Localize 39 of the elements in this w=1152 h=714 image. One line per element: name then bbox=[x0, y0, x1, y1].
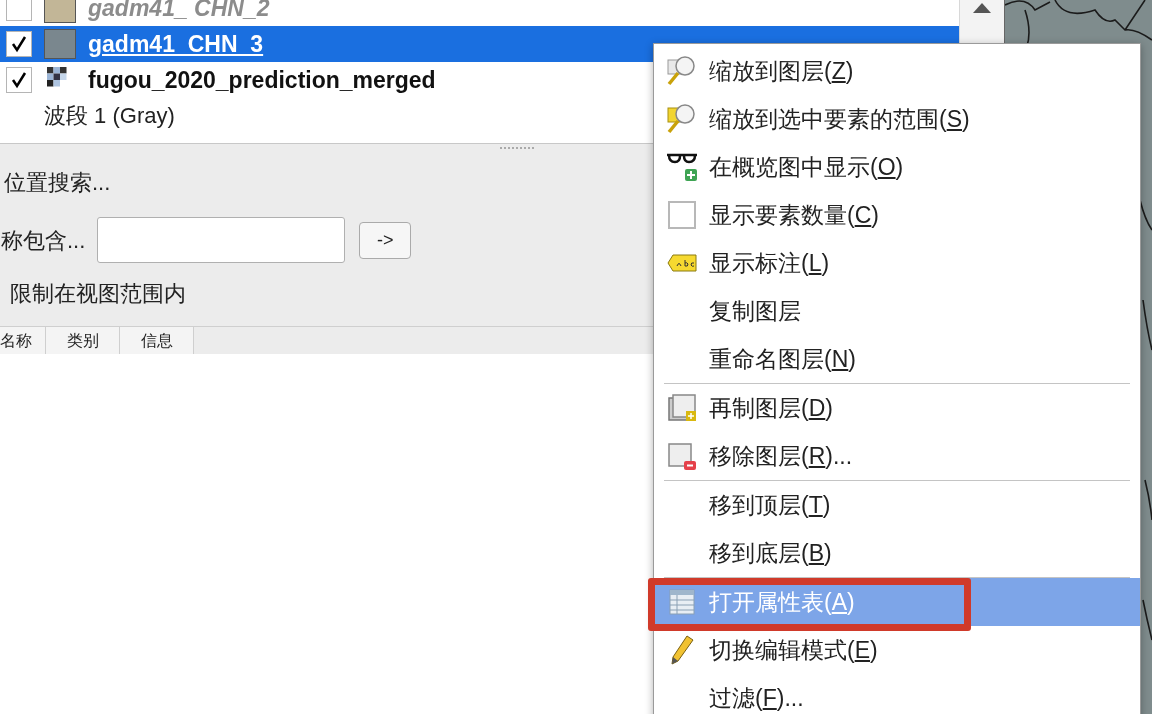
menu-item[interactable]: 显示要素数量(C) bbox=[654, 191, 1140, 239]
column-header[interactable]: 类别 bbox=[46, 327, 120, 354]
menu-item[interactable]: 缩放到选中要素的范围(S) bbox=[654, 95, 1140, 143]
name-input[interactable] bbox=[97, 217, 346, 263]
pencil-icon bbox=[668, 634, 695, 666]
column-header[interactable]: 信息 bbox=[120, 327, 194, 354]
search-title: 位置搜索... bbox=[4, 169, 111, 197]
checkbox[interactable] bbox=[667, 201, 696, 229]
checkbox[interactable] bbox=[6, 0, 32, 21]
magnifier-icon bbox=[665, 55, 698, 87]
menu-item[interactable]: 在概览图中显示(O) bbox=[654, 143, 1140, 191]
check-icon bbox=[10, 35, 28, 53]
go-button[interactable]: -> bbox=[359, 221, 412, 259]
restrict-label: 限制在视图范围内 bbox=[10, 280, 186, 308]
checkbox[interactable] bbox=[6, 67, 32, 93]
layer-name: gadm41_CHN_3 bbox=[88, 29, 264, 59]
menu-item[interactable]: 移到底层(B) bbox=[654, 529, 1140, 577]
legend-label: 波段 1 (Gray) bbox=[44, 101, 175, 130]
checkbox[interactable] bbox=[6, 31, 32, 57]
menu-item[interactable]: 移除图层(R)... bbox=[654, 432, 1140, 480]
splitter-handle[interactable] bbox=[500, 147, 534, 151]
layer-name: fugou_2020_prediction_merged bbox=[88, 65, 436, 95]
column-header[interactable]: 名称 bbox=[0, 327, 46, 354]
menu-item[interactable]: 显示标注(L) bbox=[654, 239, 1140, 287]
layer-remove-icon bbox=[666, 441, 697, 471]
menu-item[interactable]: 再制图层(D) bbox=[654, 384, 1140, 432]
menu-item[interactable]: 过滤(F)... bbox=[654, 674, 1140, 714]
layer-name: gadm41_ CHN_2 bbox=[88, 0, 270, 23]
scroll-up-icon[interactable] bbox=[972, 2, 992, 14]
menu-item[interactable]: 重命名图层(N) bbox=[654, 335, 1140, 383]
table-icon bbox=[667, 588, 696, 616]
menu-item[interactable]: 复制图层 bbox=[654, 287, 1140, 335]
menu-item[interactable]: 移到顶层(T) bbox=[654, 481, 1140, 529]
glasses-plus-icon bbox=[665, 151, 698, 183]
name-label: 称包含... bbox=[1, 226, 86, 255]
label-tag-icon bbox=[666, 254, 697, 272]
layers-copy-icon bbox=[666, 393, 697, 423]
check-icon bbox=[10, 71, 28, 89]
magnifier-square-icon bbox=[665, 103, 698, 135]
